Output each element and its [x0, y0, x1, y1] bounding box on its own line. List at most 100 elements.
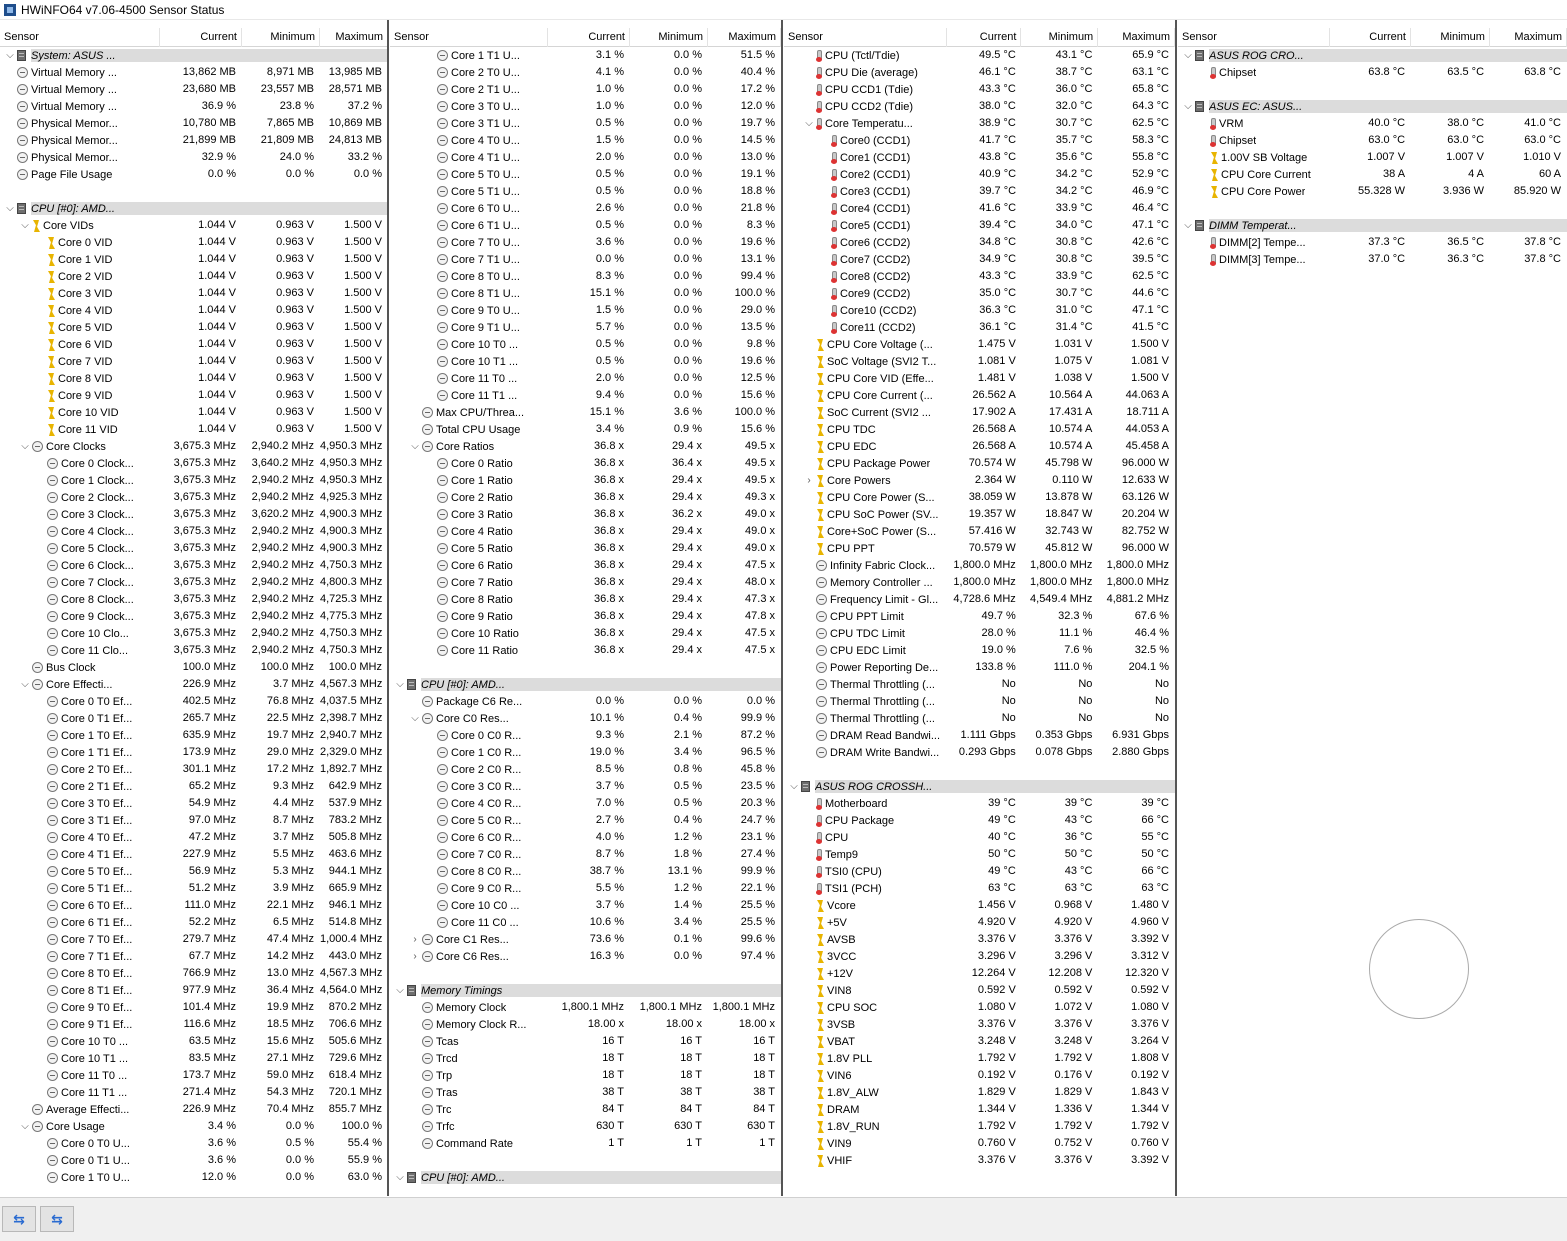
- sensor-row[interactable]: VHIF 3.376 V 3.376 V 3.392 V: [784, 1152, 1175, 1169]
- sensor-row[interactable]: CPU EDC Limit 19.0 % 7.6 % 32.5 %: [784, 642, 1175, 659]
- sensor-row[interactable]: SoC Current (SVI2 ... 17.902 A 17.431 A 18.…: [784, 404, 1175, 421]
- sensor-row[interactable]: Core3 (CCD1) 39.7 °C 34.2 °C 46.9 °C: [784, 183, 1175, 200]
- sensor-row[interactable]: Core 5 T1 Ef... 51.2 MHz 3.9 MHz 665.9 MHz: [0, 880, 388, 897]
- sensor-row[interactable]: CPU PPT Limit 49.7 % 32.3 % 67.6 %: [784, 608, 1175, 625]
- sensor-row[interactable]: Core 1 Clock... 3,675.3 MHz 2,940.2 MHz 4,9…: [0, 472, 388, 489]
- sensor-row[interactable]: Core 9 Ratio 36.8 x 29.4 x 47.8 x: [390, 608, 781, 625]
- sensor-row[interactable]: Core 9 T0 Ef... 101.4 MHz 19.9 MHz 870.2 MH…: [0, 999, 388, 1016]
- sensor-row[interactable]: ⌵ Core Ratios 36.8 x 29.4 x 49.5 x: [390, 438, 781, 455]
- sensor-row[interactable]: VIN6 0.192 V 0.176 V 0.192 V: [784, 1067, 1175, 1084]
- sensor-row[interactable]: Core9 (CCD2) 35.0 °C 30.7 °C 44.6 °C: [784, 285, 1175, 302]
- sensor-row[interactable]: Memory Clock 1,800.1 MHz 1,800.1 MHz 1,800.…: [390, 999, 781, 1016]
- sensor-row[interactable]: Core 8 T0 Ef... 766.9 MHz 13.0 MHz 4,567.3 …: [0, 965, 388, 982]
- sensor-row[interactable]: +12V 12.264 V 12.208 V 12.320 V: [784, 965, 1175, 982]
- sensor-row[interactable]: ⌵ Core C0 Res... 10.1 % 0.4 % 99.9 %: [390, 710, 781, 727]
- sensor-row[interactable]: CPU TDC Limit 28.0 % 11.1 % 46.4 %: [784, 625, 1175, 642]
- sensor-panel-2[interactable]: Sensor Current Minimum Maximum Core 1 T1 U..…: [390, 28, 781, 1196]
- header-minimum[interactable]: Minimum: [1021, 28, 1099, 47]
- collapse-chevron-icon[interactable]: ⌵: [19, 1121, 31, 1132]
- header-minimum[interactable]: Minimum: [630, 28, 708, 47]
- sensor-row[interactable]: Core+SoC Power (S... 57.416 W 32.743 W 82.7…: [784, 523, 1175, 540]
- sensor-row[interactable]: Thermal Throttling (... No No No: [784, 676, 1175, 693]
- sensor-row[interactable]: Core 5 VID 1.044 V 0.963 V 1.500 V: [0, 319, 388, 336]
- sensor-row[interactable]: CPU PPT 70.579 W 45.812 W 96.000 W: [784, 540, 1175, 557]
- sensor-row[interactable]: CPU Core Power (S... 38.059 W 13.878 W 63.1…: [784, 489, 1175, 506]
- sensor-row[interactable]: Physical Memor... 21,899 MB 21,809 MB 24,81…: [0, 132, 388, 149]
- sensor-row[interactable]: Chipset 63.8 °C 63.5 °C 63.8 °C: [1178, 64, 1567, 81]
- sensor-row[interactable]: Core 2 C0 R... 8.5 % 0.8 % 45.8 %: [390, 761, 781, 778]
- sensor-row[interactable]: Package C6 Re... 0.0 % 0.0 % 0.0 %: [390, 693, 781, 710]
- sensor-row[interactable]: 1.00V SB Voltage 1.007 V 1.007 V 1.010 V: [1178, 149, 1567, 166]
- sensor-row[interactable]: Core 4 T1 Ef... 227.9 MHz 5.5 MHz 463.6 MHz: [0, 846, 388, 863]
- sensor-row[interactable]: Core 5 Ratio 36.8 x 29.4 x 49.0 x: [390, 540, 781, 557]
- sensor-row[interactable]: +5V 4.920 V 4.920 V 4.960 V: [784, 914, 1175, 931]
- sensor-row[interactable]: CPU CCD1 (Tdie) 43.3 °C 36.0 °C 65.8 °C: [784, 81, 1175, 98]
- sensor-row[interactable]: CPU Core Voltage (... 1.475 V 1.031 V 1.500…: [784, 336, 1175, 353]
- sensor-row[interactable]: Core 2 T0 Ef... 301.1 MHz 17.2 MHz 1,892.7 …: [0, 761, 388, 778]
- sensor-row[interactable]: Core 7 T1 Ef... 67.7 MHz 14.2 MHz 443.0 MHz: [0, 948, 388, 965]
- sensor-row[interactable]: Core 6 T1 Ef... 52.2 MHz 6.5 MHz 514.8 MHz: [0, 914, 388, 931]
- sensor-row[interactable]: Core 1 T0 U... 12.0 % 0.0 % 63.0 %: [0, 1169, 388, 1186]
- header-current[interactable]: Current: [160, 28, 242, 47]
- sensor-row[interactable]: Core 11 Clo... 3,675.3 MHz 2,940.2 MHz 4,75…: [0, 642, 388, 659]
- collapse-chevron-icon[interactable]: ⌵: [1182, 220, 1194, 231]
- sensor-row[interactable]: Core4 (CCD1) 41.6 °C 33.9 °C 46.4 °C: [784, 200, 1175, 217]
- sensor-row[interactable]: CPU Die (average) 46.1 °C 38.7 °C 63.1 °C: [784, 64, 1175, 81]
- sensor-row[interactable]: Core 9 VID 1.044 V 0.963 V 1.500 V: [0, 387, 388, 404]
- sensor-row[interactable]: Core7 (CCD2) 34.9 °C 30.8 °C 39.5 °C: [784, 251, 1175, 268]
- sensor-row[interactable]: Core 2 T0 U... 4.1 % 0.0 % 40.4 %: [390, 64, 781, 81]
- sensor-row[interactable]: Core 3 Clock... 3,675.3 MHz 3,620.2 MHz 4,9…: [0, 506, 388, 523]
- sensor-row[interactable]: Physical Memor... 32.9 % 24.0 % 33.2 %: [0, 149, 388, 166]
- sensor-row[interactable]: Core 3 VID 1.044 V 0.963 V 1.500 V: [0, 285, 388, 302]
- sensor-row[interactable]: Core 11 Ratio 36.8 x 29.4 x 47.5 x: [390, 642, 781, 659]
- sensor-row[interactable]: Core2 (CCD1) 40.9 °C 34.2 °C 52.9 °C: [784, 166, 1175, 183]
- sensor-row[interactable]: DIMM[2] Tempe... 37.3 °C 36.5 °C 37.8 °C: [1178, 234, 1567, 251]
- sensor-row[interactable]: Core 11 C0 ... 10.6 % 3.4 % 25.5 %: [390, 914, 781, 931]
- collapse-chevron-icon[interactable]: ⌵: [788, 781, 800, 792]
- sensor-row[interactable]: Temp9 50 °C 50 °C 50 °C: [784, 846, 1175, 863]
- sensor-row[interactable]: Core 4 T0 U... 1.5 % 0.0 % 14.5 %: [390, 132, 781, 149]
- sensor-row[interactable]: Core 5 T1 U... 0.5 % 0.0 % 18.8 %: [390, 183, 781, 200]
- sensor-row[interactable]: Physical Memor... 10,780 MB 7,865 MB 10,869…: [0, 115, 388, 132]
- collapse-chevron-icon[interactable]: ⌵: [1182, 50, 1194, 61]
- sensor-row[interactable]: ⌵ Core Effecti... 226.9 MHz 3.7 MHz 4,567.3 …: [0, 676, 388, 693]
- sensor-row[interactable]: Memory Clock R... 18.00 x 18.00 x 18.00 x: [390, 1016, 781, 1033]
- sensor-row[interactable]: Core 4 C0 R... 7.0 % 0.5 % 20.3 %: [390, 795, 781, 812]
- sensor-row[interactable]: 3VSB 3.376 V 3.376 V 3.376 V: [784, 1016, 1175, 1033]
- sensor-row[interactable]: Core 11 T0 ... 173.7 MHz 59.0 MHz 618.4 MHz: [0, 1067, 388, 1084]
- sensor-row[interactable]: Core 1 T0 Ef... 635.9 MHz 19.7 MHz 2,940.7 …: [0, 727, 388, 744]
- sensor-row[interactable]: Core 8 VID 1.044 V 0.963 V 1.500 V: [0, 370, 388, 387]
- sensor-row[interactable]: Core 2 VID 1.044 V 0.963 V 1.500 V: [0, 268, 388, 285]
- sensor-row[interactable]: Core 9 Clock... 3,675.3 MHz 2,940.2 MHz 4,7…: [0, 608, 388, 625]
- collapse-chevron-icon[interactable]: ⌵: [394, 1172, 406, 1183]
- sensor-row[interactable]: Core 3 T1 Ef... 97.0 MHz 8.7 MHz 783.2 MHz: [0, 812, 388, 829]
- sensor-group-row[interactable]: ⌵ Memory Timings: [390, 982, 781, 999]
- panel-divider[interactable]: [1175, 20, 1177, 1196]
- sensor-row[interactable]: Core 3 Ratio 36.8 x 36.2 x 49.0 x: [390, 506, 781, 523]
- sensor-row[interactable]: CPU 40 °C 36 °C 55 °C: [784, 829, 1175, 846]
- sensor-row[interactable]: Power Reporting De... 133.8 % 111.0 % 204.1…: [784, 659, 1175, 676]
- collapse-chevron-icon[interactable]: ⌵: [4, 50, 16, 61]
- sensor-row[interactable]: CPU SOC 1.080 V 1.072 V 1.080 V: [784, 999, 1175, 1016]
- sensor-row[interactable]: ⌵ Core Temperatu... 38.9 °C 30.7 °C 62.5 °C: [784, 115, 1175, 132]
- sensor-row[interactable]: Core 8 T0 U... 8.3 % 0.0 % 99.4 %: [390, 268, 781, 285]
- collapse-chevron-icon[interactable]: ⌵: [19, 679, 31, 690]
- sensor-row[interactable]: Average Effecti... 226.9 MHz 70.4 MHz 855.7…: [0, 1101, 388, 1118]
- sensor-row[interactable]: Core 7 Clock... 3,675.3 MHz 2,940.2 MHz 4,8…: [0, 574, 388, 591]
- sensor-row[interactable]: CPU TDC 26.568 A 10.574 A 44.053 A: [784, 421, 1175, 438]
- sensor-row[interactable]: Core 8 Ratio 36.8 x 29.4 x 47.3 x: [390, 591, 781, 608]
- sensor-row[interactable]: › Core C6 Res... 16.3 % 0.0 % 97.4 %: [390, 948, 781, 965]
- sensor-row[interactable]: Core 4 Ratio 36.8 x 29.4 x 49.0 x: [390, 523, 781, 540]
- sensor-group-row[interactable]: ⌵ CPU [#0]: AMD...: [0, 200, 388, 217]
- sensor-row[interactable]: Core 0 Clock... 3,675.3 MHz 3,640.2 MHz 4,9…: [0, 455, 388, 472]
- header-sensor[interactable]: Sensor: [0, 28, 160, 47]
- header-minimum[interactable]: Minimum: [1411, 28, 1490, 47]
- sensor-row[interactable]: TSI1 (PCH) 63 °C 63 °C 63 °C: [784, 880, 1175, 897]
- sensor-row[interactable]: Core 10 T0 ... 63.5 MHz 15.6 MHz 505.6 MHz: [0, 1033, 388, 1050]
- collapse-panels-button[interactable]: ⇆: [40, 1206, 74, 1232]
- header-maximum[interactable]: Maximum: [320, 28, 388, 47]
- collapse-chevron-icon[interactable]: ⌵: [394, 985, 406, 996]
- expand-chevron-icon[interactable]: ›: [409, 951, 421, 962]
- header-minimum[interactable]: Minimum: [242, 28, 320, 47]
- header-maximum[interactable]: Maximum: [1098, 28, 1175, 47]
